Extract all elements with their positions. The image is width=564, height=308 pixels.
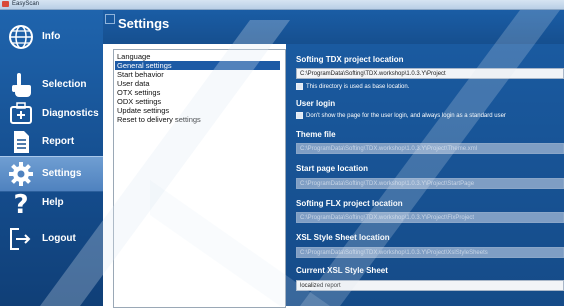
sidebar: Info Selection Diagnostics Report Settin… xyxy=(0,10,103,306)
list-item[interactable]: Reset to delivery settings xyxy=(117,115,201,124)
start-page-label: Start page location xyxy=(296,164,369,173)
start-page-field[interactable]: C:\ProgramData\Softing\TDX.workshop\1.0.… xyxy=(296,178,564,189)
window-title-bar: EasyScan xyxy=(0,0,564,10)
sidebar-item-logout[interactable]: Logout xyxy=(0,222,103,256)
app-icon xyxy=(2,1,9,7)
list-item[interactable]: OTX settings xyxy=(117,88,160,97)
project-location-label: Softing TDX project location xyxy=(296,55,404,64)
checkbox-icon[interactable] xyxy=(296,83,303,90)
logout-icon xyxy=(10,228,31,250)
user-login-label: User login xyxy=(296,99,336,108)
sidebar-item-info[interactable]: Info xyxy=(0,20,103,54)
list-item[interactable]: ODX settings xyxy=(117,97,161,106)
globe-icon xyxy=(9,25,33,49)
base-location-text: This directory is used as base location. xyxy=(306,84,410,91)
user-login-option[interactable]: Don't show the page for the user login, … xyxy=(296,112,506,119)
list-item[interactable]: General settings xyxy=(115,61,280,70)
header-checkbox-icon xyxy=(105,14,115,24)
list-item[interactable]: Start behavior xyxy=(117,70,164,79)
page-title: Settings xyxy=(118,16,170,31)
list-item[interactable]: User data xyxy=(117,79,150,88)
question-icon: ? xyxy=(13,190,28,217)
theme-file-field[interactable]: C:\ProgramData\Softing\TDX.workshop\1.0.… xyxy=(296,143,564,154)
theme-file-label: Theme file xyxy=(296,130,336,139)
settings-category-list[interactable]: Language General settings Start behavior… xyxy=(113,49,286,308)
list-item[interactable]: Language xyxy=(117,52,150,61)
checkbox-icon[interactable] xyxy=(296,112,303,119)
flx-location-label: Softing FLX project location xyxy=(296,199,403,208)
settings-header: Settings xyxy=(103,10,564,44)
user-login-text: Don't show the page for the user login, … xyxy=(306,113,506,120)
list-item[interactable]: Update settings xyxy=(117,106,169,115)
general-settings-panel: Softing TDX project location C:\ProgramD… xyxy=(286,44,564,306)
svg-text:?: ? xyxy=(13,190,28,217)
current-xsl-label: Current XSL Style Sheet xyxy=(296,266,388,275)
flx-location-field[interactable]: C:\ProgramData\Softing\TDX.workshop\1.0.… xyxy=(296,212,564,223)
xsl-location-field[interactable]: C:\ProgramData\Softing\TDX.workshop\1.0.… xyxy=(296,247,564,258)
sidebar-item-label: Report xyxy=(42,136,75,147)
sidebar-item-label: Info xyxy=(42,31,61,42)
diagnostics-plus-icon xyxy=(10,102,32,124)
current-xsl-field[interactable]: localized report xyxy=(296,280,564,291)
sidebar-item-label: Help xyxy=(42,197,64,208)
base-location-option[interactable]: This directory is used as base location. xyxy=(296,83,409,90)
gear-icon xyxy=(9,162,33,186)
hand-pointer-icon xyxy=(12,73,31,97)
xsl-location-label: XSL Style Sheet location xyxy=(296,233,390,242)
sidebar-item-help[interactable]: ? Help xyxy=(0,186,103,220)
sidebar-item-label: Logout xyxy=(42,233,76,244)
window-title: EasyScan xyxy=(12,1,40,7)
project-location-field[interactable]: C:\ProgramData\Softing\TDX.workshop\1.0.… xyxy=(296,68,564,79)
document-icon xyxy=(14,131,29,153)
sidebar-item-report[interactable]: Report xyxy=(0,125,103,159)
